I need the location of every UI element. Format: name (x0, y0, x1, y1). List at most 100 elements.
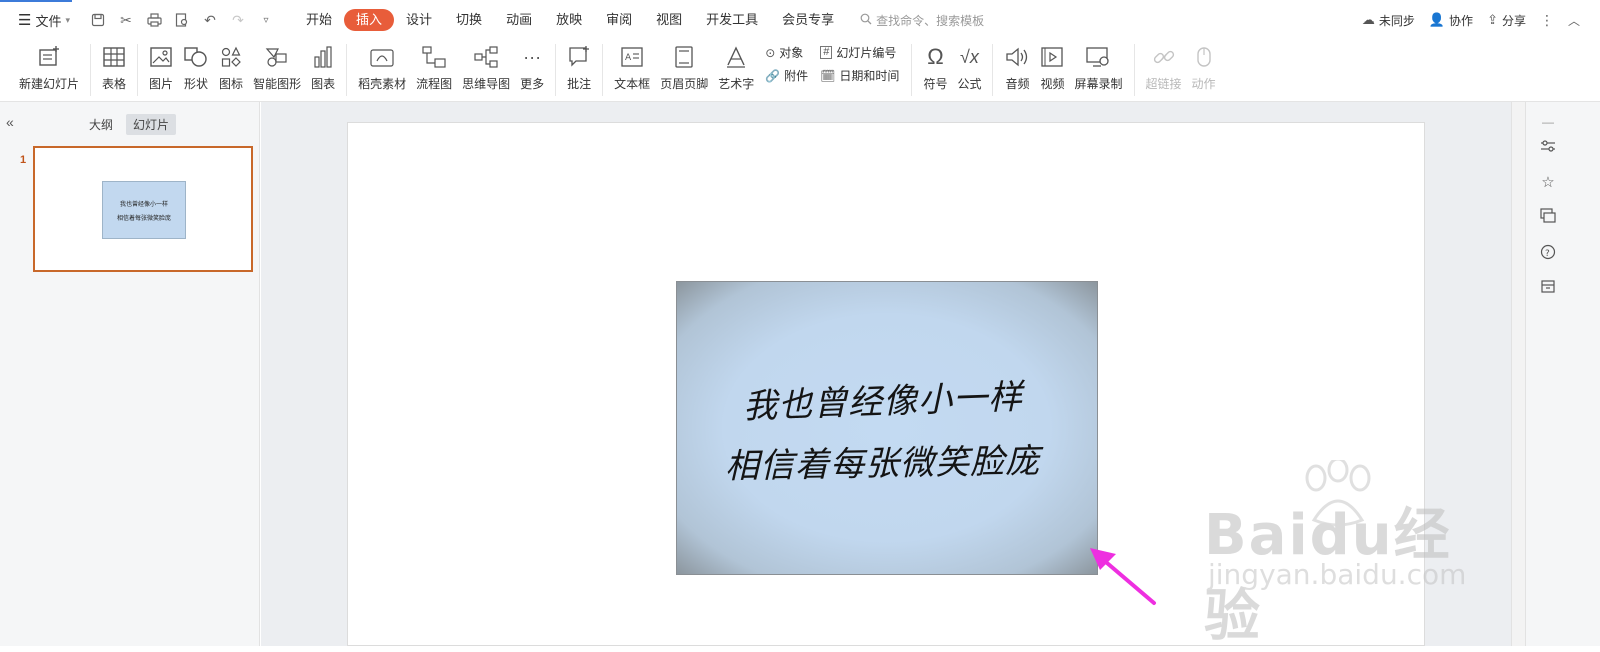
svg-text:A: A (625, 53, 632, 63)
collaborate-label: 协作 (1449, 13, 1474, 28)
flowchart-icon (421, 42, 447, 72)
undo-icon[interactable]: ↶ (200, 9, 220, 31)
watermark: Baidu经验 jingyan.baidu.com (1198, 460, 1498, 649)
comment-button[interactable]: 批注 (562, 40, 596, 92)
date-time-label: 日期和时间 (839, 69, 900, 83)
slide-layout-icon[interactable] (1538, 206, 1558, 226)
object-icon: ⊙ (765, 45, 776, 60)
mindmap-icon (473, 42, 499, 72)
format-painter-icon[interactable]: ✂ (116, 9, 136, 31)
slides-panel: « 大纲 幻灯片 1 我也曾经像小一样 相信着每张微笑脸庞 (0, 102, 260, 646)
tab-home[interactable]: 开始 (294, 9, 344, 31)
vertical-scrollbar[interactable] (1511, 102, 1525, 646)
tab-animations[interactable]: 动画 (494, 9, 544, 31)
tab-insert[interactable]: 插入 (344, 9, 395, 31)
hyperlink-label: 超链接 (1145, 77, 1182, 91)
tab-developer[interactable]: 开发工具 (694, 9, 770, 31)
sync-button[interactable]: ☁ 未同步 (1362, 12, 1415, 29)
video-icon (1040, 42, 1064, 72)
slide-thumbnail[interactable]: 我也曾经像小一样 相信着每张微笑脸庞 (33, 146, 253, 272)
table-label: 表格 (102, 77, 127, 91)
save-icon[interactable] (88, 9, 108, 31)
action-label: 动作 (1191, 77, 1216, 91)
textbox-button[interactable]: A 文本框 (609, 40, 655, 92)
star-icon[interactable]: ☆ (1538, 172, 1558, 192)
object-button[interactable]: ⊙ 对象 (765, 44, 808, 61)
text-stack-left: ⊙ 对象 🔗 附件 (759, 40, 814, 84)
tab-transitions[interactable]: 切换 (444, 9, 494, 31)
shape-button[interactable]: 形状 (178, 40, 214, 92)
new-slide-button[interactable]: 新建幻灯片 (14, 40, 84, 92)
collaborate-button[interactable]: 👤 协作 (1429, 12, 1473, 29)
hyperlink-button[interactable]: 超链接 (1141, 40, 1187, 92)
shape-label: 形状 (184, 77, 209, 91)
shell-material-button[interactable]: 稻壳素材 (353, 40, 411, 92)
header-footer-button[interactable]: 页眉页脚 (655, 40, 713, 92)
slide-number-label: 幻灯片编号 (836, 46, 897, 60)
print-icon[interactable] (144, 9, 164, 31)
watermark-url: jingyan.baidu.com (1208, 558, 1467, 591)
picture-icon (149, 42, 173, 72)
file-menu-button[interactable]: ☰ 文件 ▾ (14, 7, 74, 33)
help-icon[interactable]: ? (1538, 242, 1558, 262)
video-label: 视频 (1040, 77, 1065, 91)
more-options-icon[interactable]: ⋮ (1540, 12, 1554, 29)
customize-toolbar-icon[interactable]: ▿ (256, 9, 276, 31)
tab-slides[interactable]: 幻灯片 (126, 114, 177, 135)
handwriting-photo[interactable]: 我也曾经像小一样 相信着每张微笑脸庞 (676, 281, 1098, 575)
chart-button[interactable]: 图表 (306, 40, 340, 92)
tab-outline[interactable]: 大纲 (82, 114, 120, 135)
bar-chart-icon (312, 42, 334, 72)
thumbnail-photo: 我也曾经像小一样 相信着每张微笑脸庞 (102, 181, 186, 239)
tab-slideshow[interactable]: 放映 (544, 9, 594, 31)
person-add-icon: 👤 (1428, 12, 1446, 27)
audio-label: 音频 (1005, 77, 1030, 91)
rail-handle-icon: — (1542, 115, 1554, 129)
chevron-down-icon: ▾ (65, 14, 70, 25)
smart-graphic-button[interactable]: 智能图形 (248, 40, 306, 92)
collapse-ribbon-icon[interactable]: ︿ (1568, 12, 1580, 29)
print-preview-icon[interactable] (172, 9, 192, 31)
archive-box-icon[interactable] (1538, 276, 1558, 296)
picture-label: 图片 (149, 77, 174, 91)
video-button[interactable]: 视频 (1035, 40, 1069, 92)
audio-button[interactable]: 音频 (999, 40, 1035, 92)
share-label: 分享 (1501, 13, 1526, 28)
picture-button[interactable]: 图片 (144, 40, 178, 92)
symbol-button[interactable]: Ω 符号 (918, 40, 952, 92)
ribbon-group-comment: 批注 (556, 40, 602, 102)
icons-label: 图标 (219, 77, 244, 91)
slide-number-button[interactable]: # 幻灯片编号 (820, 44, 899, 61)
search-icon (860, 13, 872, 28)
attachment-button[interactable]: 🔗 附件 (765, 67, 808, 84)
icons-button[interactable]: 图标 (214, 40, 248, 92)
icons-gallery-icon (219, 42, 243, 72)
share-button[interactable]: ⇪ 分享 (1487, 12, 1526, 29)
wordart-button[interactable]: 艺术字 (713, 40, 759, 92)
flowchart-label: 流程图 (416, 77, 453, 91)
action-button[interactable]: 动作 (1187, 40, 1221, 92)
shape-icon (183, 42, 209, 72)
date-time-button[interactable]: 🗓 日期和时间 (820, 67, 899, 84)
mindmap-button[interactable]: 思维导图 (457, 40, 515, 92)
command-search[interactable]: 查找命令、搜索模板 (860, 12, 984, 29)
tab-review[interactable]: 审阅 (594, 9, 644, 31)
more-button[interactable]: ··· 更多 (515, 40, 549, 92)
material-library-icon (369, 42, 395, 72)
comment-icon (567, 42, 591, 72)
annotation-arrow-icon (1090, 548, 1156, 605)
redo-icon[interactable]: ↷ (228, 9, 248, 31)
settings-sliders-icon[interactable] (1538, 136, 1558, 156)
collapse-panel-icon[interactable]: « (6, 114, 14, 130)
tab-view[interactable]: 视图 (644, 9, 694, 31)
ribbon-group-illustrations: 图片 形状 图标 智能图形 图表 (138, 40, 346, 102)
table-button[interactable]: 表格 (97, 40, 131, 92)
svg-text:?: ? (1545, 249, 1550, 259)
formula-button[interactable]: √x 公式 (952, 40, 986, 92)
screen-record-icon (1085, 42, 1111, 72)
tab-member[interactable]: 会员专享 (770, 9, 846, 31)
tab-design[interactable]: 设计 (394, 9, 444, 31)
formula-icon: √x (960, 46, 979, 67)
flowchart-button[interactable]: 流程图 (411, 40, 457, 92)
screen-record-button[interactable]: 屏幕录制 (1069, 40, 1127, 92)
